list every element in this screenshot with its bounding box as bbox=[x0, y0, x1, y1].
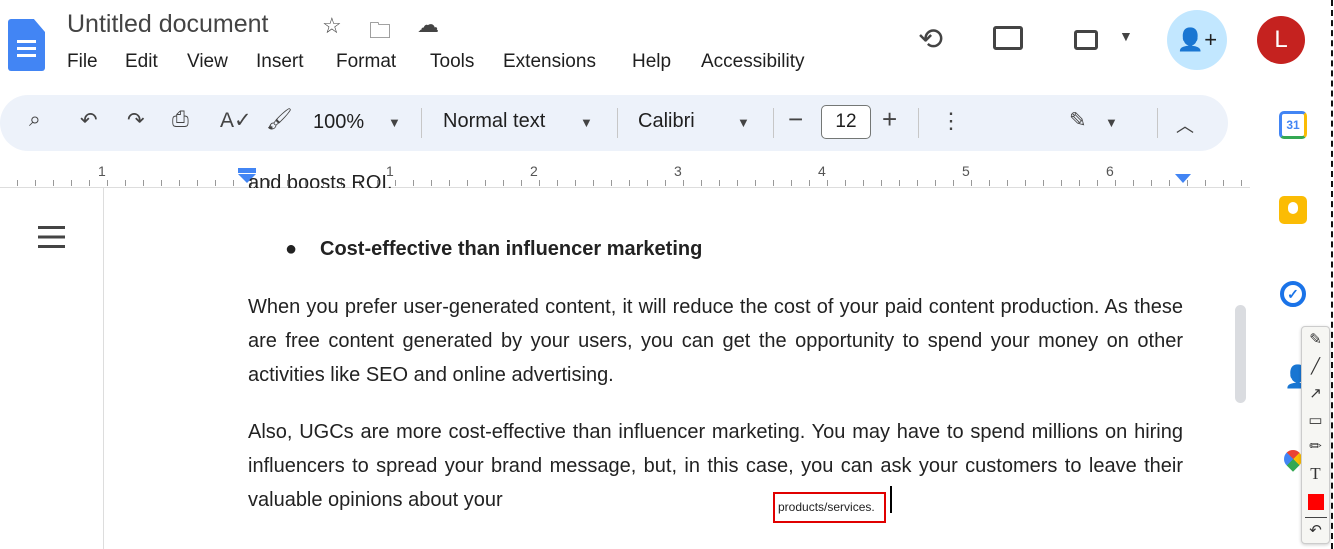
tasks-icon[interactable]: ✓ bbox=[1280, 281, 1306, 307]
menu-edit[interactable]: Edit bbox=[125, 51, 158, 73]
color-picker-icon[interactable] bbox=[1308, 494, 1324, 510]
window-edge bbox=[1331, 0, 1333, 549]
meet-icon[interactable] bbox=[1074, 30, 1098, 50]
menu-file[interactable]: File bbox=[67, 51, 98, 73]
undo-annotation-icon[interactable]: ↶ bbox=[1302, 521, 1329, 539]
rectangle-tool-icon[interactable]: ▭ bbox=[1302, 411, 1329, 429]
freehand-pen-icon[interactable]: ✎ bbox=[1302, 330, 1329, 348]
docs-logo[interactable] bbox=[8, 19, 45, 71]
scrollbar[interactable] bbox=[1235, 305, 1246, 403]
divider bbox=[421, 108, 422, 138]
calendar-icon[interactable]: 31 bbox=[1279, 111, 1307, 139]
divider bbox=[918, 108, 919, 138]
more-icon[interactable]: ⋮ bbox=[940, 108, 962, 134]
spellcheck-icon[interactable]: A✓ bbox=[220, 108, 252, 133]
paint-format-icon[interactable]: 🖌 bbox=[266, 108, 293, 132]
partial-line: and boosts ROI. bbox=[248, 172, 393, 188]
chevron-down-icon[interactable]: ▼ bbox=[737, 115, 750, 130]
paragraph: When you prefer user-generated content, … bbox=[248, 296, 1183, 386]
editing-mode-icon[interactable]: ✎ bbox=[1069, 108, 1087, 133]
redo-icon[interactable]: ↷ bbox=[127, 108, 145, 133]
line-tool-icon[interactable]: ╱ bbox=[1302, 357, 1329, 375]
move-folder-icon[interactable]: 🗀 bbox=[369, 14, 391, 52]
paragraph: Also, UGCs are more cost-effective than … bbox=[248, 421, 1183, 511]
text-cursor bbox=[890, 486, 892, 513]
ruler-number: 1 bbox=[98, 163, 106, 179]
print-icon[interactable]: ⎙ bbox=[172, 108, 189, 132]
decrease-font-size-icon[interactable]: − bbox=[788, 104, 803, 135]
bullet-item: Cost-effective than influencer marketing bbox=[320, 238, 703, 260]
menu-extensions[interactable]: Extensions bbox=[503, 51, 596, 73]
divider bbox=[1305, 517, 1327, 518]
divider bbox=[1157, 108, 1158, 138]
cloud-saved-icon[interactable]: ☁ bbox=[417, 12, 439, 38]
zoom-select[interactable]: 100% bbox=[313, 111, 364, 134]
chevron-down-icon[interactable]: ▼ bbox=[580, 115, 593, 130]
annotation-box[interactable]: products/services. bbox=[773, 492, 886, 523]
keep-icon[interactable] bbox=[1279, 196, 1307, 224]
document-title[interactable]: Untitled document bbox=[67, 10, 269, 39]
chevron-down-icon[interactable]: ▼ bbox=[1105, 115, 1118, 130]
increase-font-size-icon[interactable]: + bbox=[882, 104, 897, 135]
text-tool-icon[interactable]: T bbox=[1302, 464, 1329, 484]
page-left-edge bbox=[103, 188, 104, 549]
menu-tools[interactable]: Tools bbox=[430, 51, 474, 73]
undo-icon[interactable]: ↶ bbox=[80, 108, 98, 133]
menu-view[interactable]: View bbox=[187, 51, 228, 73]
chevron-down-icon[interactable]: ▼ bbox=[388, 115, 401, 130]
collapse-toolbar-icon[interactable]: ︿ bbox=[1176, 112, 1194, 138]
arrow-tool-icon[interactable]: ↗ bbox=[1302, 384, 1329, 402]
history-icon[interactable]: ⟲ bbox=[918, 22, 943, 57]
highlighter-icon[interactable]: ✏ bbox=[1302, 437, 1329, 455]
menu-help[interactable]: Help bbox=[632, 51, 671, 73]
menu-insert[interactable]: Insert bbox=[256, 51, 304, 73]
divider bbox=[617, 108, 618, 138]
menu-format[interactable]: Format bbox=[336, 51, 396, 73]
menu-accessibility[interactable]: Accessibility bbox=[701, 51, 804, 73]
divider bbox=[773, 108, 774, 138]
annotation-toolbar: ✎ ╱ ↗ ▭ ✏ T ↶ bbox=[1301, 326, 1330, 544]
font-select[interactable]: Calibri bbox=[638, 110, 695, 133]
meet-dropdown-icon[interactable]: ▼ bbox=[1119, 28, 1133, 44]
search-icon[interactable]: ⌕ bbox=[29, 108, 41, 132]
comments-icon[interactable] bbox=[993, 26, 1023, 50]
outline-icon[interactable] bbox=[38, 226, 65, 248]
font-size-input[interactable]: 12 bbox=[821, 105, 871, 139]
share-button[interactable]: 👤+ bbox=[1167, 10, 1227, 70]
star-icon[interactable]: ☆ bbox=[322, 13, 342, 39]
style-select[interactable]: Normal text bbox=[443, 110, 545, 133]
bullet-icon: ● bbox=[285, 238, 298, 260]
avatar[interactable]: L bbox=[1257, 16, 1305, 64]
